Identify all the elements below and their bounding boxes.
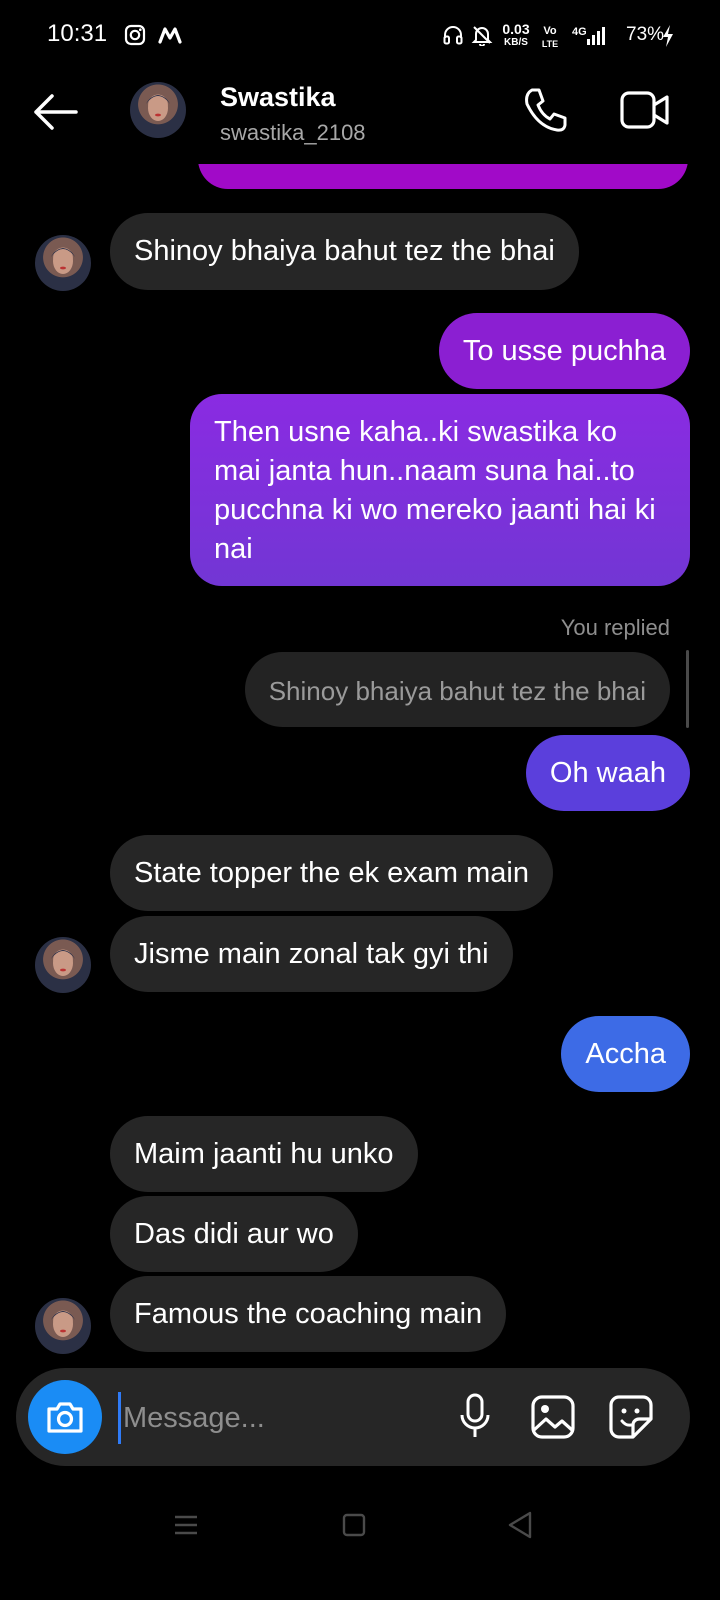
camera-button[interactable] <box>28 1380 102 1454</box>
reply-indicator-bar <box>686 650 689 728</box>
back-triangle-icon[interactable] <box>506 1510 534 1545</box>
reply-label: You replied <box>560 615 670 640</box>
charging-icon <box>661 24 675 53</box>
volte-bottom: LTE <box>541 39 559 49</box>
net-speed: 0.03 KB/S <box>500 21 532 49</box>
header-edge <box>0 150 720 164</box>
volte-badge: Vo LTE <box>540 25 560 51</box>
status-bar: 10:31 0.03 KB/S Vo LTE 4G 73% <box>0 0 720 70</box>
menu-icon[interactable] <box>173 1512 199 1543</box>
video-call-icon[interactable] <box>620 90 670 130</box>
gallery-icon[interactable] <box>530 1394 576 1445</box>
status-time: 10:31 <box>47 20 108 47</box>
instagram-icon <box>124 24 146 51</box>
outgoing-message[interactable]: Accha <box>561 1016 690 1092</box>
system-nav-bar <box>0 1490 720 1600</box>
net-speed-value: 0.03 <box>502 21 530 37</box>
sender-avatar[interactable] <box>35 1298 91 1354</box>
incoming-message[interactable]: Jisme main zonal tak gyi thi <box>110 916 513 992</box>
microphone-icon[interactable] <box>458 1392 492 1447</box>
signal-icon <box>586 26 606 51</box>
phone-icon[interactable] <box>522 86 568 134</box>
sticker-icon[interactable] <box>608 1394 654 1445</box>
reply-quote[interactable]: Shinoy bhaiya bahut tez the bhai <box>244 652 670 727</box>
incoming-message[interactable]: Das didi aur wo <box>110 1196 358 1272</box>
outgoing-message[interactable]: To usse puchha <box>438 313 690 389</box>
bell-muted-icon <box>471 24 493 51</box>
volte-top: Vo <box>543 25 557 37</box>
incoming-message[interactable]: Shinoy bhaiya bahut tez the bhai <box>110 213 579 290</box>
home-square-icon[interactable] <box>341 1512 367 1543</box>
net-speed-unit: KB/S <box>504 37 528 48</box>
sender-avatar[interactable] <box>35 235 91 291</box>
battery-level: 73% <box>626 24 665 45</box>
message-input[interactable] <box>118 1392 455 1444</box>
message-composer <box>16 1368 690 1466</box>
network-type: 4G <box>572 26 587 38</box>
headphones-icon <box>442 24 464 51</box>
header-avatar[interactable] <box>130 82 186 138</box>
contact-username[interactable]: swastika_2108 <box>220 120 366 146</box>
incoming-message[interactable]: Maim jaanti hu unko <box>110 1116 418 1192</box>
incoming-message[interactable]: Famous the coaching main <box>110 1276 507 1352</box>
back-arrow-icon[interactable] <box>32 92 78 132</box>
incoming-message[interactable]: State topper the ek exam main <box>110 835 553 911</box>
m-logo-icon <box>158 26 182 49</box>
contact-name[interactable]: Swastika <box>220 82 336 113</box>
outgoing-message[interactable]: Then usne kaha..ki swastika ko mai janta… <box>190 394 690 586</box>
sender-avatar[interactable] <box>35 937 91 993</box>
camera-icon <box>45 1399 85 1440</box>
outgoing-message[interactable]: Oh waah <box>525 735 690 811</box>
